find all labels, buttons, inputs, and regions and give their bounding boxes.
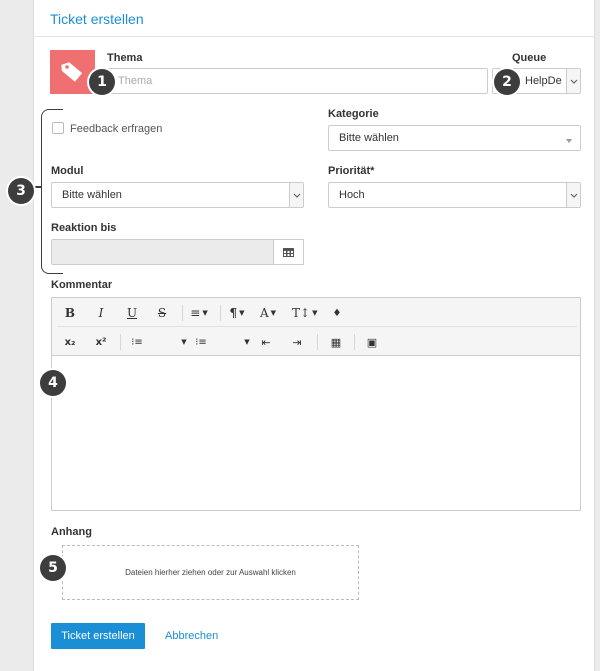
italic-button[interactable]: I <box>92 303 110 323</box>
toolbar-row-1: B I U S ≡ ▼ ¶ ▼ A ▼ T↕ ▼ ♦ <box>52 299 580 327</box>
submit-ticket-button[interactable]: Ticket erstellen <box>51 623 145 649</box>
feedback-label: Feedback erfragen <box>70 123 163 135</box>
reaktion-date-input[interactable] <box>51 239 274 265</box>
tag-icon <box>61 62 83 82</box>
anhang-label: Anhang <box>51 526 92 538</box>
indent-button[interactable]: ⇥ <box>288 332 306 352</box>
calendar-button[interactable] <box>273 239 304 265</box>
align-icon: ≡ <box>190 306 201 320</box>
category-tag-tile <box>50 50 95 94</box>
file-dropzone[interactable]: Dateien hierher ziehen oder zur Auswahl … <box>62 545 359 600</box>
image-icon: ▣ <box>366 335 378 349</box>
kommentar-editor[interactable]: B I U S ≡ ▼ ¶ ▼ A ▼ T↕ ▼ ♦ x₂ x² ⁝≡ ▼ ⁝≡ ▼ ⇤… <box>51 297 581 511</box>
ordered-list-icon: ⁝≡ <box>131 336 143 348</box>
toolbar-separator <box>354 334 355 350</box>
chevron-down-icon <box>570 79 577 84</box>
bold-button[interactable]: B <box>61 303 79 323</box>
thema-label: Thema <box>107 52 143 64</box>
toolbar-row-divider <box>57 326 577 327</box>
calendar-icon <box>283 248 294 257</box>
kategorie-label: Kategorie <box>328 108 379 120</box>
font-color-button[interactable]: A ▼ <box>259 303 277 323</box>
prioritaet-dropdown-button[interactable] <box>566 183 580 207</box>
ordered-list-button[interactable]: ⁝≡ <box>128 332 146 352</box>
prioritaet-value: Hoch <box>339 189 365 201</box>
title-divider <box>34 36 594 37</box>
kategorie-value: Bitte wählen <box>339 132 399 144</box>
callout-badge-5: 5 <box>40 555 66 581</box>
queue-label: Queue <box>512 52 547 64</box>
image-button[interactable]: ▣ <box>363 332 381 352</box>
paragraph-button[interactable]: ¶ ▼ <box>228 303 246 323</box>
table-icon: ▦ <box>330 335 342 349</box>
editor-toolbar: B I U S ≡ ▼ ¶ ▼ A ▼ T↕ ▼ ♦ x₂ x² ⁝≡ ▼ ⁝≡ ▼ ⇤… <box>52 298 580 356</box>
outdent-icon: ⇤ <box>261 335 271 349</box>
paragraph-icon: ¶ <box>229 306 238 320</box>
chevron-down-icon <box>570 193 577 198</box>
align-button[interactable]: ≡ ▼ <box>190 303 208 323</box>
page-title: Ticket erstellen <box>50 11 144 27</box>
feedback-checkbox[interactable] <box>52 122 64 134</box>
font-size-button[interactable]: T↕ ▼ <box>292 303 317 323</box>
callout-badge-1: 1 <box>89 69 115 95</box>
chevron-down-icon <box>293 193 300 198</box>
font-size-icon: T↕ <box>292 306 311 320</box>
subscript-button[interactable]: x₂ <box>61 332 79 352</box>
kommentar-label: Kommentar <box>51 279 113 291</box>
strikethrough-button[interactable]: S <box>153 303 171 323</box>
caret-down-icon: ▼ <box>244 338 250 346</box>
ordered-list-dropdown[interactable]: ▼ <box>174 332 192 352</box>
modul-dropdown-button[interactable] <box>289 183 303 207</box>
caret-down-icon: ▼ <box>181 338 187 346</box>
prioritaet-label: Priorität* <box>328 165 375 177</box>
outdent-button[interactable]: ⇤ <box>257 332 275 352</box>
queue-dropdown-button[interactable] <box>566 69 580 93</box>
thema-placeholder: Thema <box>118 75 153 87</box>
toolbar-separator <box>220 305 221 321</box>
callout-badge-3: 3 <box>8 178 34 204</box>
reaktion-label: Reaktion bis <box>51 222 117 234</box>
unordered-list-button[interactable]: ⁝≡ <box>192 332 210 352</box>
underline-button[interactable]: U <box>123 303 141 323</box>
modul-select[interactable]: Bitte wählen <box>51 182 304 208</box>
dropzone-text: Dateien hierher ziehen oder zur Auswahl … <box>125 568 296 577</box>
font-color-icon: A <box>259 306 269 320</box>
kategorie-select[interactable]: Bitte wählen <box>328 125 581 151</box>
unordered-list-icon: ⁝≡ <box>195 336 207 348</box>
indent-icon: ⇥ <box>292 335 302 349</box>
unordered-list-dropdown[interactable]: ▼ <box>237 332 255 352</box>
callout-badge-4: 4 <box>40 370 66 396</box>
superscript-button[interactable]: x² <box>92 332 110 352</box>
prioritaet-select[interactable]: Hoch <box>328 182 581 208</box>
ink-drop-icon: ♦ <box>332 307 342 319</box>
table-button[interactable]: ▦ <box>327 332 345 352</box>
callout-badge-2: 2 <box>494 69 520 95</box>
ink-button[interactable]: ♦ <box>328 303 346 323</box>
toolbar-row-2: x₂ x² ⁝≡ ▼ ⁝≡ ▼ ⇤ ⇥ ▦ ▣ <box>52 328 580 356</box>
toolbar-separator <box>317 334 318 350</box>
queue-value: HelpDe <box>525 75 562 87</box>
toolbar-separator <box>120 334 121 350</box>
caret-down-icon <box>566 135 572 147</box>
thema-input[interactable]: Thema <box>107 68 488 94</box>
toolbar-separator <box>182 305 183 321</box>
cancel-link[interactable]: Abbrechen <box>165 630 218 642</box>
modul-label: Modul <box>51 165 84 177</box>
modul-value: Bitte wählen <box>62 189 122 201</box>
